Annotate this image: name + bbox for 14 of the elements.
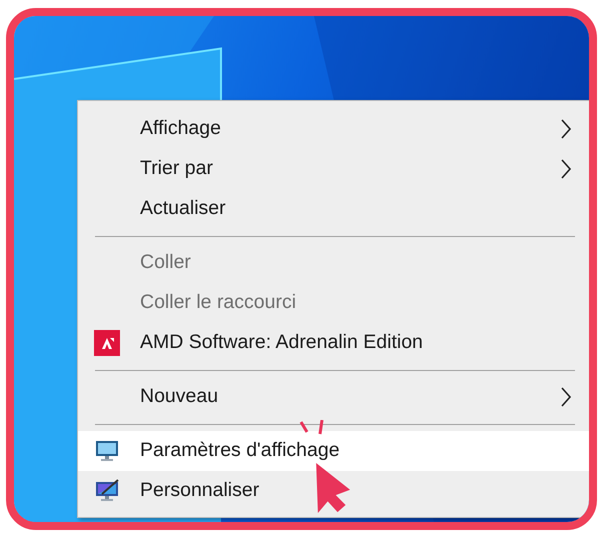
cursor-icon	[316, 463, 352, 513]
chevron-right-icon	[560, 158, 572, 180]
chevron-right-icon	[560, 386, 572, 408]
app-icon	[94, 330, 120, 356]
menu-item[interactable]: Personnaliser	[78, 471, 589, 511]
menu-item[interactable]: Actualiser	[78, 189, 589, 229]
menu-item[interactable]: Affichage	[78, 109, 589, 149]
monitor-brush-icon	[94, 478, 120, 504]
menu-item[interactable]: AMD Software: Adrenalin Edition	[78, 323, 589, 363]
chevron-right-icon	[560, 118, 572, 140]
menu-item[interactable]: Paramètres d'affichage	[78, 431, 589, 471]
monitor-icon	[94, 438, 120, 464]
menu-item[interactable]: Trier par	[78, 149, 589, 189]
menu-item[interactable]: Nouveau	[78, 377, 589, 417]
